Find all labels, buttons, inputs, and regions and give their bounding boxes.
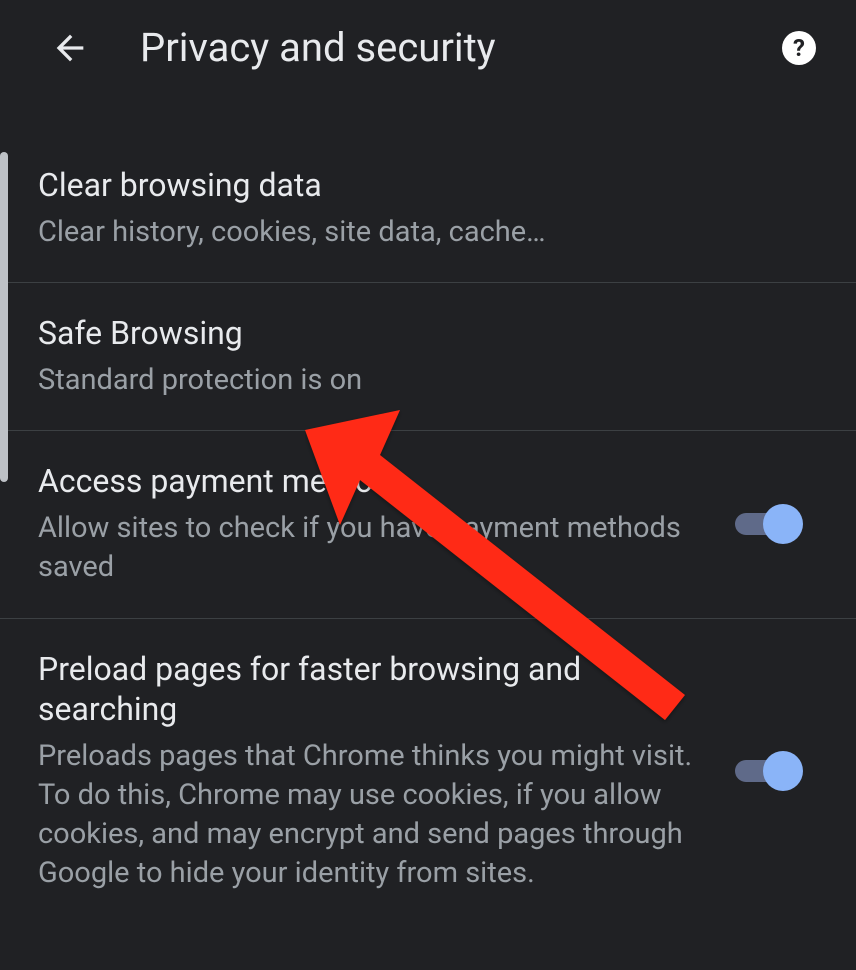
setting-title: Safe Browsing bbox=[38, 313, 798, 353]
setting-title: Preload pages for faster browsing and se… bbox=[38, 649, 708, 729]
setting-preload-pages[interactable]: Preload pages for faster browsing and se… bbox=[0, 619, 856, 924]
setting-subtitle: Allow sites to check if you have payment… bbox=[38, 509, 708, 587]
setting-subtitle: Preloads pages that Chrome thinks you mi… bbox=[38, 737, 708, 894]
toggle-payment-methods[interactable] bbox=[728, 509, 798, 539]
toggle-thumb bbox=[763, 751, 803, 791]
setting-access-payment-methods[interactable]: Access payment methods Allow sites to ch… bbox=[0, 431, 856, 618]
toggle-preload-pages[interactable] bbox=[728, 756, 798, 786]
setting-title: Access payment methods bbox=[38, 461, 708, 501]
help-icon[interactable]: ? bbox=[782, 31, 816, 65]
header: Privacy and security ? bbox=[0, 0, 856, 95]
setting-subtitle: Standard protection is on bbox=[38, 361, 798, 400]
setting-text: Safe Browsing Standard protection is on bbox=[38, 313, 818, 400]
setting-text: Access payment methods Allow sites to ch… bbox=[38, 461, 728, 587]
scroll-indicator[interactable] bbox=[0, 152, 8, 482]
setting-safe-browsing[interactable]: Safe Browsing Standard protection is on bbox=[0, 283, 856, 431]
settings-list: Clear browsing data Clear history, cooki… bbox=[0, 95, 856, 923]
setting-text: Preload pages for faster browsing and se… bbox=[38, 649, 728, 894]
setting-subtitle: Clear history, cookies, site data, cache… bbox=[38, 213, 798, 252]
toggle-thumb bbox=[763, 504, 803, 544]
setting-text: Clear browsing data Clear history, cooki… bbox=[38, 165, 818, 252]
page-title: Privacy and security bbox=[140, 24, 782, 71]
setting-clear-browsing-data[interactable]: Clear browsing data Clear history, cooki… bbox=[0, 95, 856, 283]
back-button[interactable] bbox=[50, 28, 90, 68]
setting-title: Clear browsing data bbox=[38, 165, 798, 205]
